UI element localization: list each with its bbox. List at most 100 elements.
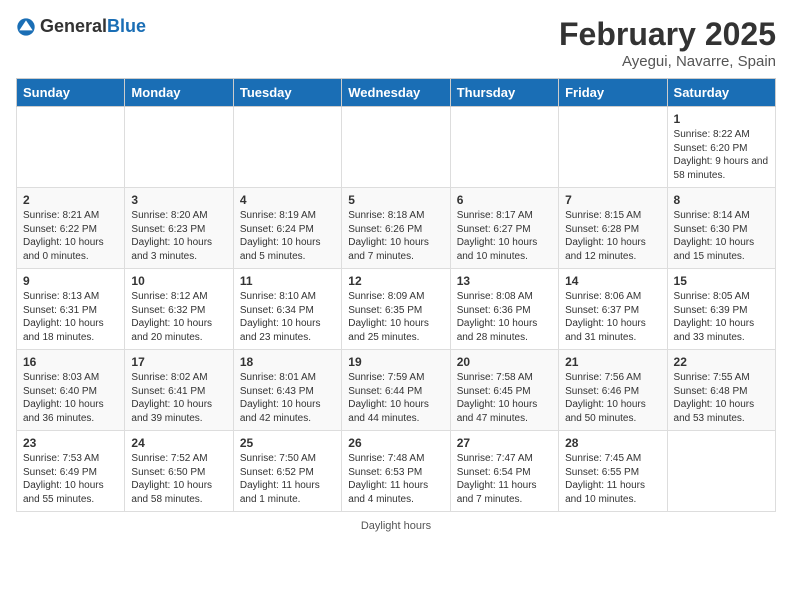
day-info: Sunrise: 7:53 AM Sunset: 6:49 PM Dayligh… bbox=[23, 452, 118, 506]
day-header-sunday: Sunday bbox=[17, 79, 125, 107]
calendar-header-row: SundayMondayTuesdayWednesdayThursdayFrid… bbox=[17, 79, 776, 107]
day-info: Sunrise: 8:18 AM Sunset: 6:26 PM Dayligh… bbox=[348, 209, 443, 263]
day-number: 20 bbox=[457, 355, 552, 369]
calendar-cell: 8 Sunrise: 8:14 AM Sunset: 6:30 PM Daylig… bbox=[667, 188, 775, 269]
calendar-cell: 22 Sunrise: 7:55 AM Sunset: 6:48 PM Dayli… bbox=[667, 350, 775, 431]
calendar-week-row: 9Sunrise: 8:13 AM Sunset: 6:31 PM Daylig… bbox=[17, 269, 776, 350]
calendar-cell: 20Sunrise: 7:58 AM Sunset: 6:45 PM Dayli… bbox=[450, 350, 558, 431]
calendar-cell bbox=[559, 107, 667, 188]
day-header-wednesday: Wednesday bbox=[342, 79, 450, 107]
day-header-tuesday: Tuesday bbox=[233, 79, 341, 107]
calendar-cell: 12 Sunrise: 8:09 AM Sunset: 6:35 PM Dayli… bbox=[342, 269, 450, 350]
day-info: Sunrise: 8:08 AM Sunset: 6:36 PM Dayligh… bbox=[457, 290, 552, 344]
calendar-cell: 1Sunrise: 8:22 AM Sunset: 6:20 PM Daylig… bbox=[667, 107, 775, 188]
calendar-cell: 21 Sunrise: 7:56 AM Sunset: 6:46 PM Dayli… bbox=[559, 350, 667, 431]
day-info: Sunrise: 8:20 AM Sunset: 6:23 PM Dayligh… bbox=[131, 209, 226, 263]
calendar-cell bbox=[233, 107, 341, 188]
day-number: 16 bbox=[23, 355, 118, 369]
logo-general: General bbox=[40, 16, 107, 36]
calendar-cell: 23 Sunrise: 7:53 AM Sunset: 6:49 PM Dayli… bbox=[17, 431, 125, 512]
day-info: Sunrise: 7:56 AM Sunset: 6:46 PM Dayligh… bbox=[565, 371, 660, 425]
day-info: Sunrise: 8:17 AM Sunset: 6:27 PM Dayligh… bbox=[457, 209, 552, 263]
day-info: Sunrise: 8:21 AM Sunset: 6:22 PM Dayligh… bbox=[23, 209, 118, 263]
day-number: 1 bbox=[674, 112, 769, 126]
logo: GeneralBlue bbox=[16, 16, 146, 37]
day-header-thursday: Thursday bbox=[450, 79, 558, 107]
day-number: 14 bbox=[565, 274, 660, 288]
calendar-cell bbox=[17, 107, 125, 188]
day-info: Sunrise: 7:55 AM Sunset: 6:48 PM Dayligh… bbox=[674, 371, 769, 425]
day-info: Sunrise: 7:47 AM Sunset: 6:54 PM Dayligh… bbox=[457, 452, 552, 506]
calendar-cell bbox=[450, 107, 558, 188]
calendar-cell: 6 Sunrise: 8:17 AM Sunset: 6:27 PM Daylig… bbox=[450, 188, 558, 269]
day-info: Sunrise: 8:05 AM Sunset: 6:39 PM Dayligh… bbox=[674, 290, 769, 344]
day-info: Sunrise: 8:02 AM Sunset: 6:41 PM Dayligh… bbox=[131, 371, 226, 425]
calendar-cell: 25 Sunrise: 7:50 AM Sunset: 6:52 PM Dayli… bbox=[233, 431, 341, 512]
day-header-monday: Monday bbox=[125, 79, 233, 107]
month-title: February 2025 bbox=[559, 16, 776, 53]
page-header: GeneralBlue February 2025 Ayegui, Navarr… bbox=[16, 16, 776, 70]
day-number: 12 bbox=[348, 274, 443, 288]
day-number: 5 bbox=[348, 193, 443, 207]
footer-note: Daylight hours bbox=[16, 520, 776, 532]
calendar-table: SundayMondayTuesdayWednesdayThursdayFrid… bbox=[16, 78, 776, 512]
calendar-cell: 18 Sunrise: 8:01 AM Sunset: 6:43 PM Dayli… bbox=[233, 350, 341, 431]
day-number: 9 bbox=[23, 274, 118, 288]
day-number: 27 bbox=[457, 436, 552, 450]
day-info: Sunrise: 7:50 AM Sunset: 6:52 PM Dayligh… bbox=[240, 452, 335, 506]
day-number: 4 bbox=[240, 193, 335, 207]
calendar-cell: 15 Sunrise: 8:05 AM Sunset: 6:39 PM Dayli… bbox=[667, 269, 775, 350]
calendar-week-row: 2 Sunrise: 8:21 AM Sunset: 6:22 PM Daylig… bbox=[17, 188, 776, 269]
day-header-friday: Friday bbox=[559, 79, 667, 107]
calendar-cell: 7 Sunrise: 8:15 AM Sunset: 6:28 PM Daylig… bbox=[559, 188, 667, 269]
day-number: 6 bbox=[457, 193, 552, 207]
day-info: Sunrise: 8:15 AM Sunset: 6:28 PM Dayligh… bbox=[565, 209, 660, 263]
calendar-cell: 28Sunrise: 7:45 AM Sunset: 6:55 PM Dayli… bbox=[559, 431, 667, 512]
day-info: Sunrise: 8:06 AM Sunset: 6:37 PM Dayligh… bbox=[565, 290, 660, 344]
calendar-cell: 16 Sunrise: 8:03 AM Sunset: 6:40 PM Dayli… bbox=[17, 350, 125, 431]
day-number: 2 bbox=[23, 193, 118, 207]
day-info: Sunrise: 8:10 AM Sunset: 6:34 PM Dayligh… bbox=[240, 290, 335, 344]
day-number: 3 bbox=[131, 193, 226, 207]
calendar-cell: 11 Sunrise: 8:10 AM Sunset: 6:34 PM Dayli… bbox=[233, 269, 341, 350]
day-info: Sunrise: 8:09 AM Sunset: 6:35 PM Dayligh… bbox=[348, 290, 443, 344]
calendar-cell: 5 Sunrise: 8:18 AM Sunset: 6:26 PM Daylig… bbox=[342, 188, 450, 269]
calendar-cell: 14 Sunrise: 8:06 AM Sunset: 6:37 PM Dayli… bbox=[559, 269, 667, 350]
calendar-cell bbox=[125, 107, 233, 188]
day-number: 8 bbox=[674, 193, 769, 207]
calendar-cell: 17 Sunrise: 8:02 AM Sunset: 6:41 PM Dayli… bbox=[125, 350, 233, 431]
day-info: Sunrise: 8:03 AM Sunset: 6:40 PM Dayligh… bbox=[23, 371, 118, 425]
calendar-cell: 10 Sunrise: 8:12 AM Sunset: 6:32 PM Dayli… bbox=[125, 269, 233, 350]
day-number: 25 bbox=[240, 436, 335, 450]
day-number: 17 bbox=[131, 355, 226, 369]
day-info: Sunrise: 7:48 AM Sunset: 6:53 PM Dayligh… bbox=[348, 452, 443, 506]
calendar-cell bbox=[342, 107, 450, 188]
day-number: 18 bbox=[240, 355, 335, 369]
day-number: 22 bbox=[674, 355, 769, 369]
logo-icon bbox=[16, 17, 36, 37]
title-block: February 2025 Ayegui, Navarre, Spain bbox=[559, 16, 776, 70]
calendar-cell: 27 Sunrise: 7:47 AM Sunset: 6:54 PM Dayli… bbox=[450, 431, 558, 512]
day-number: 19 bbox=[348, 355, 443, 369]
day-number: 7 bbox=[565, 193, 660, 207]
day-number: 11 bbox=[240, 274, 335, 288]
calendar-week-row: 16 Sunrise: 8:03 AM Sunset: 6:40 PM Dayli… bbox=[17, 350, 776, 431]
logo-text: GeneralBlue bbox=[40, 16, 146, 37]
day-number: 15 bbox=[674, 274, 769, 288]
day-number: 21 bbox=[565, 355, 660, 369]
day-number: 23 bbox=[23, 436, 118, 450]
day-number: 10 bbox=[131, 274, 226, 288]
day-number: 24 bbox=[131, 436, 226, 450]
calendar-cell: 2 Sunrise: 8:21 AM Sunset: 6:22 PM Daylig… bbox=[17, 188, 125, 269]
day-number: 13 bbox=[457, 274, 552, 288]
day-info: Sunrise: 8:12 AM Sunset: 6:32 PM Dayligh… bbox=[131, 290, 226, 344]
calendar-week-row: 1Sunrise: 8:22 AM Sunset: 6:20 PM Daylig… bbox=[17, 107, 776, 188]
calendar-cell: 26Sunrise: 7:48 AM Sunset: 6:53 PM Dayli… bbox=[342, 431, 450, 512]
calendar-cell bbox=[667, 431, 775, 512]
day-number: 28 bbox=[565, 436, 660, 450]
day-info: Sunrise: 8:14 AM Sunset: 6:30 PM Dayligh… bbox=[674, 209, 769, 263]
location: Ayegui, Navarre, Spain bbox=[559, 53, 776, 70]
calendar-cell: 19Sunrise: 7:59 AM Sunset: 6:44 PM Dayli… bbox=[342, 350, 450, 431]
day-info: Sunrise: 8:01 AM Sunset: 6:43 PM Dayligh… bbox=[240, 371, 335, 425]
day-header-saturday: Saturday bbox=[667, 79, 775, 107]
